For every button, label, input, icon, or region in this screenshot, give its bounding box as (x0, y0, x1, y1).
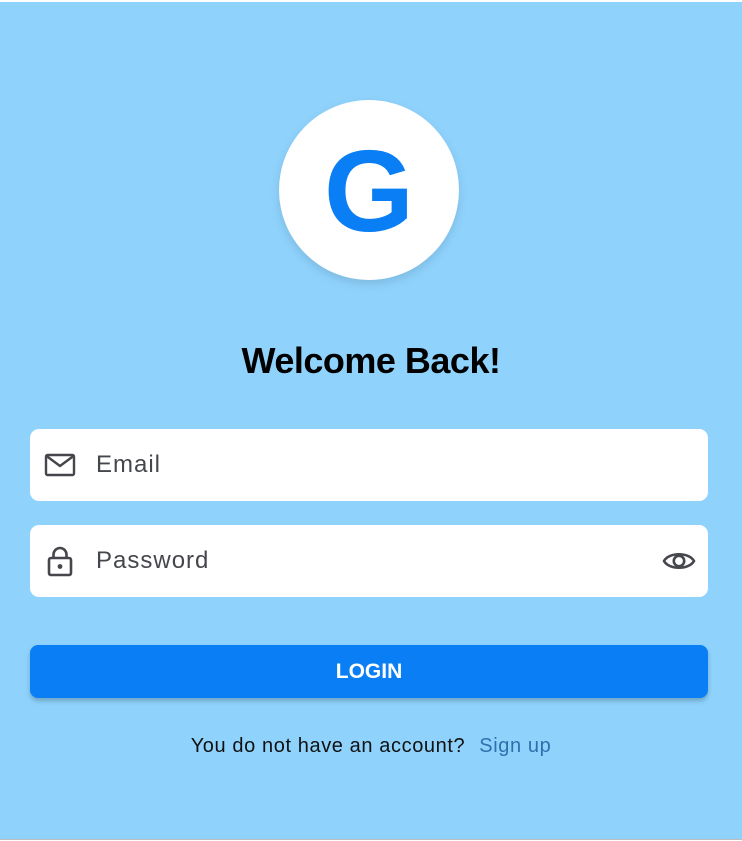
eye-icon[interactable] (662, 544, 696, 578)
password-field (30, 525, 708, 597)
page-title: Welcome Back! (241, 340, 501, 381)
signup-link[interactable]: Sign up (479, 735, 551, 757)
signup-row: You do not have an account? Sign up (0, 735, 742, 758)
email-field (30, 429, 708, 501)
logo-avatar: G (279, 100, 459, 280)
login-button[interactable]: LOGIN (30, 645, 708, 698)
mail-icon (44, 453, 76, 477)
lock-icon (47, 546, 73, 577)
email-input[interactable] (96, 429, 648, 501)
signup-prompt: You do not have an account? (190, 735, 466, 757)
login-screen: G Welcome Back! LOGIN You do not have an… (0, 2, 742, 840)
password-input[interactable] (96, 525, 648, 597)
logo-letter: G (323, 126, 415, 256)
